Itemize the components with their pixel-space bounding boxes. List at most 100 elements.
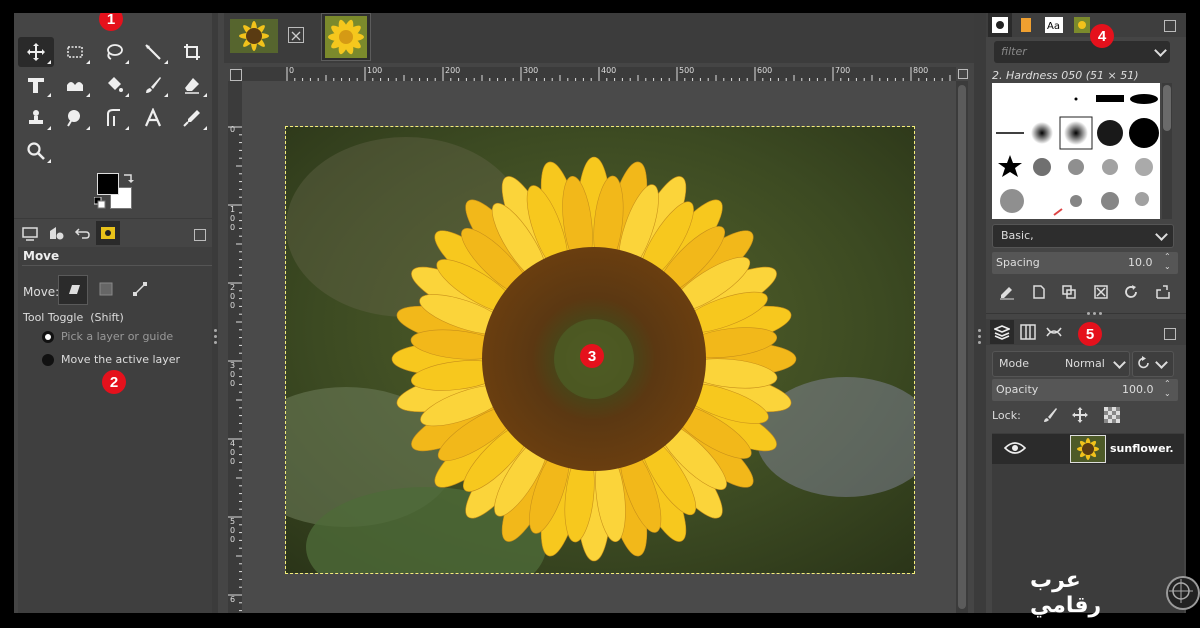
tool-options-panel: Move Move: Tool Toggle (Shift) Pick a la… [18,247,212,613]
paths-icon [1046,327,1062,337]
configure-tab-button[interactable] [1164,328,1176,340]
default-colors-icon[interactable] [94,197,106,209]
paintbrush-tool[interactable] [135,70,171,100]
brush-preset-value: Basic, [1001,229,1034,242]
toolbox-panel: Move Move: Tool Toggle (Shift) Pick a la… [14,13,212,613]
delete-brush-button[interactable] [1090,281,1112,303]
close-image-tab-button[interactable] [288,27,304,43]
tool-toggle-label: Tool Toggle (Shift) [23,311,124,324]
edit-brush-button[interactable] [996,281,1018,303]
tab-channels[interactable] [1016,320,1040,344]
smudge-tool[interactable] [57,103,93,133]
new-brush-button[interactable] [1028,281,1050,303]
brush-preset-dropdown[interactable]: Basic, [992,224,1174,248]
configure-tab-button[interactable] [1164,20,1176,32]
tab-brushes[interactable] [988,13,1012,37]
magic-wand-icon [145,44,161,60]
lock-position-button[interactable] [1072,407,1090,425]
brush-lock-icon [1044,408,1057,422]
color-picker-tool[interactable] [174,103,210,133]
composite-mode-dropdown[interactable] [1132,351,1174,377]
eye-icon[interactable] [1004,441,1026,455]
tool-options-icon [22,227,38,241]
move-tool[interactable] [18,37,54,67]
paths-tool[interactable] [96,103,132,133]
close-icon [291,31,301,41]
magnifier-icon [27,142,45,160]
tab-tool-options[interactable] [18,221,42,245]
configure-tab-button[interactable] [194,229,206,241]
clone-tool[interactable] [18,103,54,133]
tab-patterns[interactable] [1014,13,1038,37]
selection-mode-icon [99,282,113,296]
right-dock-separator[interactable] [974,13,986,613]
brush-filter-input[interactable]: filter [994,41,1170,63]
image-tab-1[interactable] [230,19,278,53]
ruler-label: 0 [289,66,295,75]
quick-mask-corner[interactable] [230,69,242,81]
layer-row-sunflower[interactable]: sunflower. [992,434,1184,464]
chevron-down-icon [1113,356,1126,369]
refresh-brushes-button[interactable] [1120,281,1142,303]
move-path-mode[interactable] [126,275,154,303]
brush-grid-scrollbar[interactable] [1162,83,1172,219]
spacing-spinner[interactable]: Spacing 10.0 ⌃ ⌄ [992,252,1178,274]
eraser-tool[interactable] [174,70,210,100]
tab-images[interactable] [96,221,120,245]
open-brush-button[interactable] [1152,281,1174,303]
lock-pixels-button[interactable] [1042,407,1060,425]
reset-icon [1138,356,1149,369]
gimp-window: Move Move: Tool Toggle (Shift) Pick a la… [14,13,1186,613]
move-layer-mode[interactable] [58,275,88,305]
brush-actions [992,281,1178,303]
fuzzy-select-tool[interactable] [135,37,171,67]
zoom-fit-button[interactable] [958,69,968,79]
warp-transform-tool[interactable] [57,70,93,100]
unified-transform-tool[interactable] [18,70,54,100]
dock-tabs-left [18,221,212,247]
left-dock-separator[interactable] [212,13,218,613]
stamp-icon [29,110,43,124]
layer-thumbnail [1070,435,1106,463]
foreground-color[interactable] [97,173,119,195]
tab-undo-history[interactable] [70,221,94,245]
opacity-spinner[interactable]: Opacity 100.0 ⌃ ⌄ [992,379,1178,401]
duplicate-icon [1062,285,1076,299]
layer-mode-dropdown[interactable]: Mode Normal [992,351,1130,377]
ruler-label: 500 [679,66,695,75]
eraser-icon [185,78,199,94]
lasso-tool[interactable] [96,37,132,67]
tab-device-status[interactable] [44,221,68,245]
zoom-tool[interactable] [18,136,54,166]
spin-arrows-icon[interactable]: ⌃ ⌄ [1164,252,1171,272]
bucket-fill-tool[interactable] [96,70,132,100]
ruler-label: 0 [230,125,236,134]
ruler-label: 6 [230,595,236,604]
tab-layers[interactable] [990,320,1014,344]
radio-move-active-label: Move the active layer [61,353,181,366]
text-tool[interactable] [135,103,171,133]
spacing-value: 10.0 [1128,256,1153,269]
radio-pick-layer[interactable] [42,331,54,343]
lock-alpha-button[interactable] [1104,407,1122,425]
canvas-vertical-scrollbar[interactable] [956,81,968,613]
image-tab-2[interactable] [321,13,371,61]
ruler-label: 300 [523,66,539,75]
move-selection-mode[interactable] [92,275,120,303]
brush-grid[interactable] [992,83,1160,219]
checkerboard-icon [1104,407,1120,423]
radio-move-active[interactable] [42,354,54,366]
tab-paths[interactable] [1042,320,1066,344]
rect-select-tool[interactable] [57,37,93,67]
horizontal-ruler: 0 100 200 300 400 500 600 700 800 [242,66,956,81]
font-tab-icon: Aa [1045,17,1063,33]
crop-tool[interactable] [174,37,210,67]
edit-icon [1000,287,1014,300]
mode-value: Normal [1065,357,1105,370]
filter-placeholder: filter [1001,45,1027,58]
swap-colors-icon[interactable] [122,173,134,185]
tab-fonts[interactable]: Aa [1042,13,1066,37]
duplicate-brush-button[interactable] [1058,281,1080,303]
spin-arrows-icon[interactable]: ⌃ ⌄ [1164,379,1171,399]
new-document-icon [1033,285,1045,299]
